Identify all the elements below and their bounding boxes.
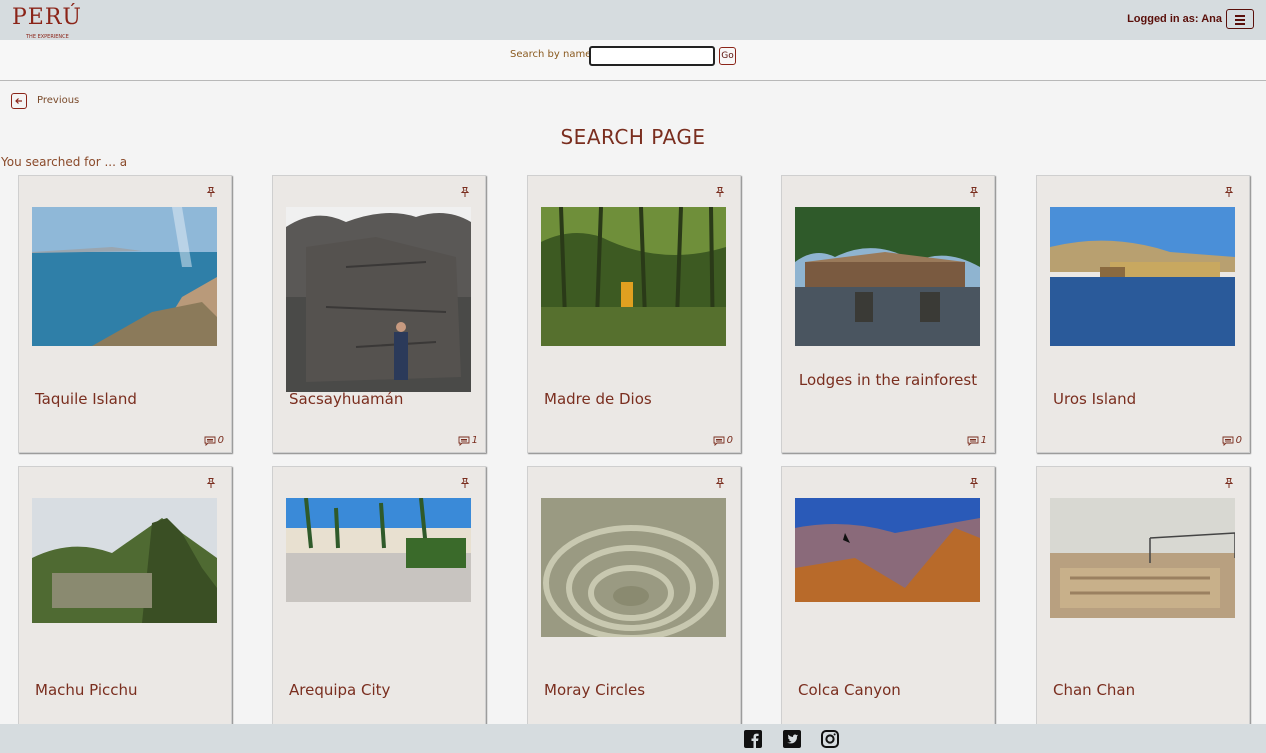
- comment-icon: [713, 436, 725, 446]
- comment-count[interactable]: 0: [713, 435, 733, 446]
- pin-icon[interactable]: [205, 477, 217, 489]
- instagram-icon[interactable]: [821, 730, 839, 748]
- site-logo[interactable]: PERÚ THE EXPERIENCE: [12, 6, 82, 41]
- place-name[interactable]: Uros Island: [1053, 390, 1233, 409]
- place-name[interactable]: Machu Picchu: [35, 681, 215, 700]
- menu-icon-line: [1235, 15, 1245, 17]
- place-photo[interactable]: [795, 498, 980, 602]
- logged-in-status: Logged in as: Ana: [1127, 13, 1222, 25]
- comment-count[interactable]: 1: [458, 435, 478, 446]
- comment-count-value: 0: [217, 435, 224, 446]
- place-photo[interactable]: [286, 498, 471, 602]
- place-photo[interactable]: [1050, 207, 1235, 346]
- place-photo[interactable]: [795, 207, 980, 346]
- pin-icon[interactable]: [205, 186, 217, 198]
- comment-count-value: 0: [1235, 435, 1242, 446]
- place-card[interactable]: Arequipa City: [272, 466, 486, 730]
- comment-icon: [204, 436, 216, 446]
- pin-icon[interactable]: [714, 477, 726, 489]
- page-title: SEARCH PAGE: [560, 125, 706, 149]
- comment-count-value: 0: [726, 435, 733, 446]
- comment-icon: [458, 436, 470, 446]
- place-card[interactable]: Machu Picchu: [18, 466, 232, 730]
- place-card[interactable]: Sacsayhuamán 1: [272, 175, 486, 453]
- place-card[interactable]: Colca Canyon: [781, 466, 995, 730]
- place-name[interactable]: Sacsayhuamán: [289, 390, 469, 409]
- search-go-button[interactable]: Go: [719, 47, 736, 65]
- pin-icon[interactable]: [714, 186, 726, 198]
- comment-count[interactable]: 0: [204, 435, 224, 446]
- hamburger-menu-button[interactable]: [1226, 9, 1254, 29]
- place-photo[interactable]: [541, 207, 726, 346]
- comment-count[interactable]: 0: [1222, 435, 1242, 446]
- place-photo[interactable]: [541, 498, 726, 637]
- search-input[interactable]: [589, 46, 715, 66]
- previous-label: Previous: [37, 95, 80, 106]
- place-card[interactable]: Madre de Dios 0: [527, 175, 741, 453]
- place-photo[interactable]: [1050, 498, 1235, 618]
- place-name[interactable]: Arequipa City: [289, 681, 469, 700]
- comment-icon: [967, 436, 979, 446]
- place-card[interactable]: Chan Chan: [1036, 466, 1250, 730]
- place-name[interactable]: Chan Chan: [1053, 681, 1233, 700]
- comment-count[interactable]: 1: [967, 435, 987, 446]
- pin-icon[interactable]: [1223, 477, 1235, 489]
- place-name[interactable]: Moray Circles: [544, 681, 724, 700]
- place-name[interactable]: Colca Canyon: [798, 681, 978, 700]
- place-name[interactable]: Lodges in the rainforest: [798, 371, 978, 390]
- place-name[interactable]: Taquile Island: [35, 390, 215, 409]
- comment-count-value: 1: [471, 435, 478, 446]
- pin-icon[interactable]: [968, 186, 980, 198]
- place-card[interactable]: Uros Island 0: [1036, 175, 1250, 453]
- pin-icon[interactable]: [459, 477, 471, 489]
- top-navbar: PERÚ THE EXPERIENCE Logged in as: Ana: [0, 0, 1266, 40]
- pin-icon[interactable]: [968, 477, 980, 489]
- place-name[interactable]: Madre de Dios: [544, 390, 724, 409]
- menu-icon-line: [1235, 23, 1245, 25]
- comment-icon: [1222, 436, 1234, 446]
- twitter-icon[interactable]: [783, 730, 801, 748]
- place-photo[interactable]: [32, 498, 217, 623]
- menu-icon-line: [1235, 19, 1245, 21]
- arrow-left-icon: [11, 93, 27, 109]
- place-card[interactable]: Taquile Island 0: [18, 175, 232, 453]
- search-query-text: You searched for ... a: [1, 155, 128, 169]
- search-bar: Search by name Go: [0, 40, 1266, 81]
- pin-icon[interactable]: [1223, 186, 1235, 198]
- place-card[interactable]: Moray Circles: [527, 466, 741, 730]
- footer: [0, 724, 1266, 753]
- place-card[interactable]: Lodges in the rainforest 1: [781, 175, 995, 453]
- facebook-icon[interactable]: [744, 730, 762, 748]
- place-photo[interactable]: [286, 207, 471, 392]
- pin-icon[interactable]: [459, 186, 471, 198]
- search-label: Search by name: [510, 49, 592, 60]
- comment-count-value: 1: [980, 435, 987, 446]
- place-photo[interactable]: [32, 207, 217, 346]
